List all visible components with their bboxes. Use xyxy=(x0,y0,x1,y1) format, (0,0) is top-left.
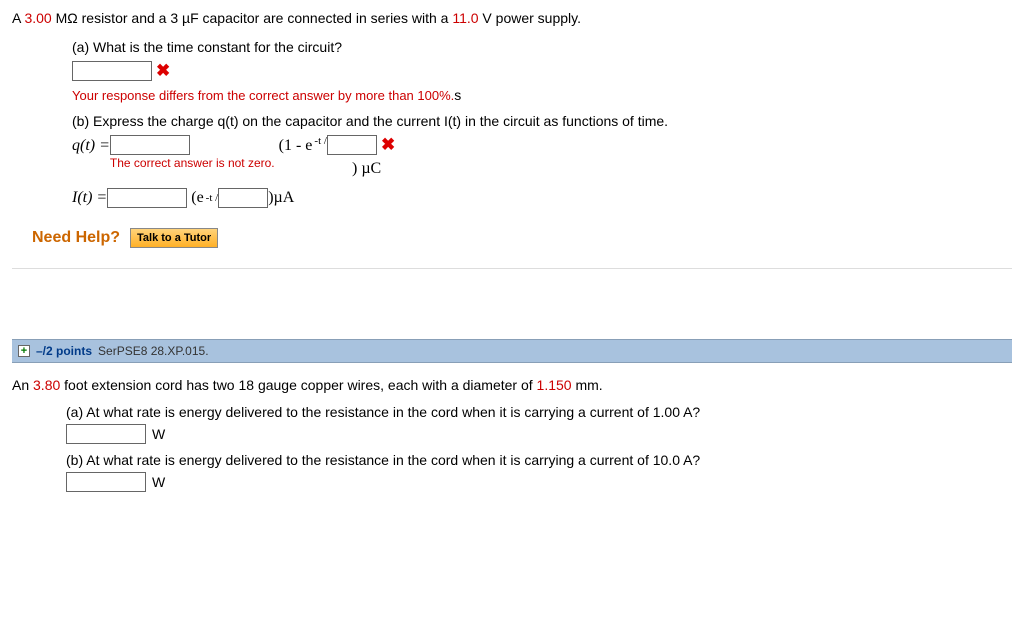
value-voltage: 11.0 xyxy=(452,10,478,26)
i-mid: (e xyxy=(191,189,203,207)
q1a-error-text: Your response differs from the correct a… xyxy=(72,88,454,103)
txt: MΩ resistor and a 3 µF capacitor are con… xyxy=(52,10,453,26)
q-lhs: q(t) = xyxy=(72,135,110,155)
incorrect-icon: ✖ xyxy=(156,61,170,81)
q2-part-a: (a) At what rate is energy delivered to … xyxy=(66,404,1012,420)
exp: -t / xyxy=(314,135,327,147)
q1-part-a: (a) What is the time constant for the ci… xyxy=(72,39,1012,55)
incorrect-icon: ✖ xyxy=(381,135,395,155)
q2a-answer-input[interactable] xyxy=(66,424,146,444)
exp: -t / xyxy=(206,192,219,204)
value-resistance: 3.00 xyxy=(24,10,51,26)
points-label: –/2 points xyxy=(36,344,92,358)
question-header: + –/2 points SerPSE8 28.XP.015. xyxy=(12,339,1012,363)
txt: V power supply. xyxy=(479,10,581,26)
q1-part-b: (b) Express the charge q(t) on the capac… xyxy=(72,113,1012,129)
need-help-label: Need Help? xyxy=(32,229,120,247)
i-lhs: I(t) = xyxy=(72,189,107,207)
q1a-answer-input[interactable] xyxy=(72,61,152,81)
question-ref: SerPSE8 28.XP.015. xyxy=(98,344,209,358)
i-unit: µA xyxy=(274,189,295,207)
value-length: 3.80 xyxy=(33,377,60,393)
q2b-unit: W xyxy=(152,474,165,490)
q1b-q-tau-input[interactable] xyxy=(327,135,377,155)
divider xyxy=(12,268,1012,269)
q1-intro: A 3.00 MΩ resistor and a 3 µF capacitor … xyxy=(12,8,1012,29)
q-unit: µC xyxy=(357,160,381,177)
q2-intro: An 3.80 foot extension cord has two 18 g… xyxy=(12,375,1012,396)
txt: foot extension cord has two 18 gauge cop… xyxy=(60,377,536,393)
q1b-q-coeff-input[interactable] xyxy=(110,135,190,155)
value-diameter: 1.150 xyxy=(537,377,572,393)
expand-icon[interactable]: + xyxy=(18,345,30,357)
txt: An xyxy=(12,377,33,393)
q2-part-b: (b) At what rate is energy delivered to … xyxy=(66,452,1012,468)
talk-to-tutor-button[interactable]: Talk to a Tutor xyxy=(130,228,218,248)
q2a-unit: W xyxy=(152,426,165,442)
q2b-answer-input[interactable] xyxy=(66,472,146,492)
q1b-i-coeff-input[interactable] xyxy=(107,188,187,208)
txt: mm. xyxy=(572,377,603,393)
q1a-unit: s xyxy=(454,87,461,103)
q1b-q-note: The correct answer is not zero. xyxy=(110,156,275,170)
txt: A xyxy=(12,10,24,26)
q1b-i-tau-input[interactable] xyxy=(218,188,268,208)
q-mid: (1 - e xyxy=(275,135,315,155)
